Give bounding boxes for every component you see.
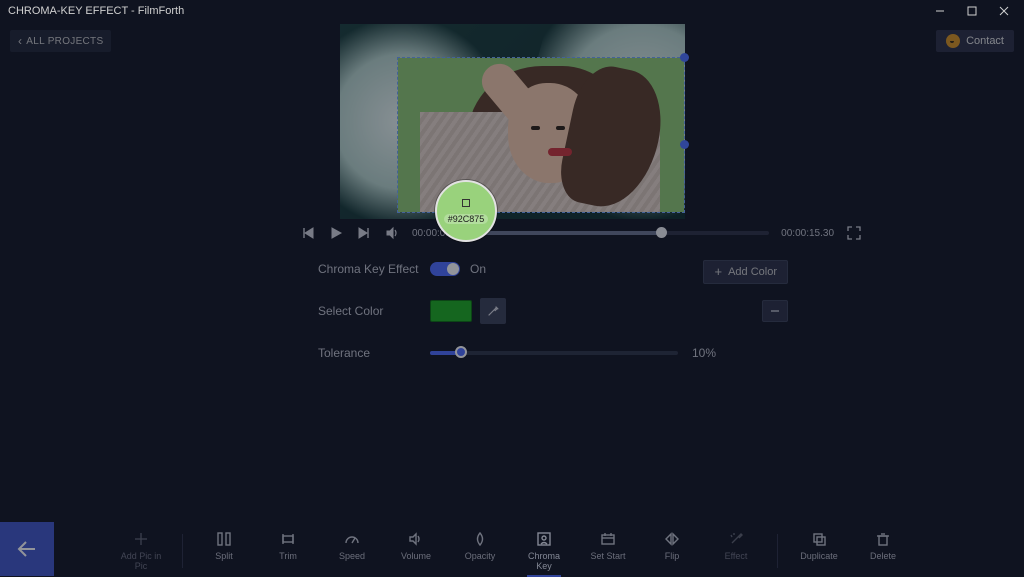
all-projects-label: ALL PROJECTS xyxy=(26,36,103,47)
volume-button[interactable] xyxy=(384,225,400,241)
eyedropper-button[interactable] xyxy=(480,298,506,324)
video-preview[interactable] xyxy=(340,24,685,219)
seek-bar[interactable] xyxy=(463,231,769,235)
effect-icon xyxy=(728,531,744,547)
window-buttons xyxy=(924,0,1020,22)
tool-duplicate[interactable]: Duplicate xyxy=(796,531,842,561)
total-time: 00:00:15.30 xyxy=(781,228,834,239)
tool-label: Opacity xyxy=(465,551,496,561)
tool-label: Volume xyxy=(401,551,431,561)
tool-effect[interactable]: Effect xyxy=(713,531,759,561)
add-color-label: Add Color xyxy=(728,266,777,278)
tool-set-start[interactable]: Set Start xyxy=(585,531,631,561)
tool-speed[interactable]: Speed xyxy=(329,531,375,561)
opacity-icon xyxy=(472,531,488,547)
speed-icon xyxy=(344,531,360,547)
titlebar: CHROMA-KEY EFFECT - FilmForth xyxy=(0,0,1024,22)
window-title: CHROMA-KEY EFFECT - FilmForth xyxy=(8,5,184,17)
tolerance-value: 10% xyxy=(692,346,716,360)
resize-handle-top-right[interactable] xyxy=(680,53,689,62)
tool-trim[interactable]: Trim xyxy=(265,531,311,561)
close-button[interactable] xyxy=(988,0,1020,22)
pip-overlay-image xyxy=(398,58,684,212)
tool-label: Trim xyxy=(279,551,297,561)
tool-delete[interactable]: Delete xyxy=(860,531,906,561)
minimize-button[interactable] xyxy=(924,0,956,22)
flip-icon xyxy=(664,531,680,547)
trim-icon xyxy=(280,531,296,547)
contact-label: Contact xyxy=(966,35,1004,47)
delete-icon xyxy=(875,531,891,547)
volume-icon xyxy=(408,531,424,547)
play-button[interactable] xyxy=(328,225,344,241)
tool-label: Effect xyxy=(725,551,748,561)
remove-color-button[interactable] xyxy=(762,300,788,322)
chroma-key-toggle[interactable] xyxy=(430,262,460,276)
tool-label: Speed xyxy=(339,551,365,561)
sampler-hex-value: #92C875 xyxy=(444,214,489,224)
tool-flip[interactable]: Flip xyxy=(649,531,695,561)
set-start-icon xyxy=(600,531,616,547)
tool-label: Chroma Key xyxy=(521,551,567,571)
color-swatch[interactable] xyxy=(430,300,472,322)
tool-split[interactable]: Split xyxy=(201,531,247,561)
chroma-key-effect-label: Chroma Key Effect xyxy=(318,262,430,276)
fullscreen-button[interactable] xyxy=(846,225,862,241)
sampler-crosshair-icon xyxy=(462,199,470,207)
resize-handle-mid-right[interactable] xyxy=(680,140,689,149)
pip-overlay-frame[interactable] xyxy=(397,57,685,213)
add-color-button[interactable]: + Add Color xyxy=(703,260,788,284)
tolerance-slider-thumb[interactable] xyxy=(455,346,467,358)
chroma-key-icon xyxy=(536,531,552,547)
tolerance-label: Tolerance xyxy=(318,346,430,360)
tool-chroma-key[interactable]: Chroma Key xyxy=(521,531,567,571)
bottom-toolbar: Add Pic in Pic Split Trim Speed Volume O… xyxy=(0,520,1024,576)
tool-label: Duplicate xyxy=(800,551,838,561)
next-frame-button[interactable] xyxy=(356,225,372,241)
chroma-key-panel: Chroma Key Effect On + Add Color Select … xyxy=(318,262,718,382)
chevron-left-icon: ‹ xyxy=(18,34,22,48)
maximize-button[interactable] xyxy=(956,0,988,22)
all-projects-button[interactable]: ‹ ALL PROJECTS xyxy=(10,30,111,52)
tool-label: Split xyxy=(215,551,233,561)
seek-thumb[interactable] xyxy=(656,227,667,238)
plus-icon: + xyxy=(714,264,722,279)
toggle-state-label: On xyxy=(470,262,486,276)
duplicate-icon xyxy=(811,531,827,547)
select-color-label: Select Color xyxy=(318,304,430,318)
prev-frame-button[interactable] xyxy=(300,225,316,241)
tool-label: Add Pic in Pic xyxy=(118,551,164,571)
tolerance-slider[interactable] xyxy=(430,351,678,355)
tool-label: Delete xyxy=(870,551,896,561)
split-icon xyxy=(216,531,232,547)
tool-volume[interactable]: Volume xyxy=(393,531,439,561)
tool-add-pic-in-pic[interactable]: Add Pic in Pic xyxy=(118,531,164,571)
tool-label: Flip xyxy=(665,551,680,561)
contact-button[interactable]: Contact xyxy=(936,30,1014,52)
plus-icon xyxy=(133,531,149,547)
contact-icon xyxy=(946,34,960,48)
tool-label: Set Start xyxy=(590,551,625,561)
arrow-left-icon xyxy=(15,537,39,561)
tool-opacity[interactable]: Opacity xyxy=(457,531,503,561)
playback-bar: 00:00:09 00:00:15.30 xyxy=(300,221,862,245)
back-button[interactable] xyxy=(0,522,54,576)
color-sampler-loupe[interactable]: #92C875 xyxy=(435,180,497,242)
